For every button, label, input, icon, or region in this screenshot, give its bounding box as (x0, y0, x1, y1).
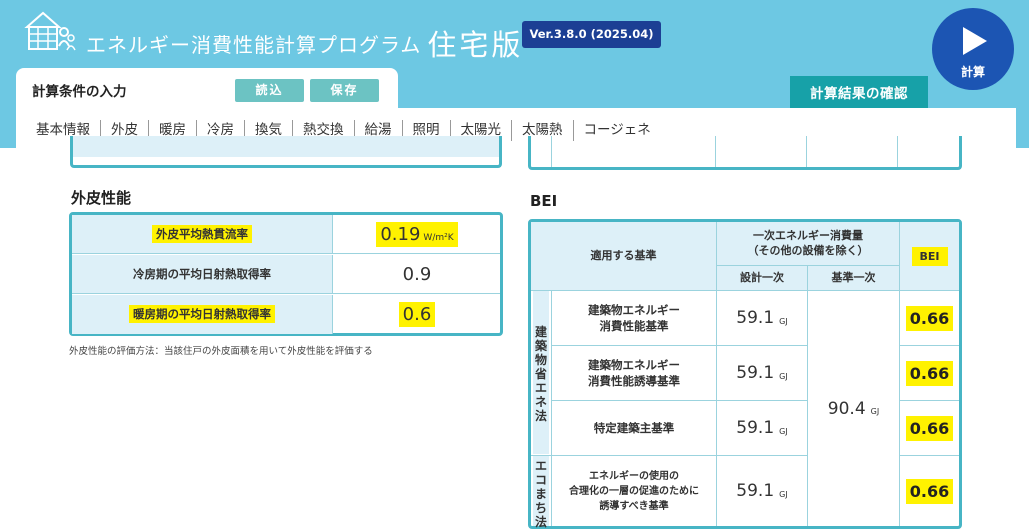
header-bei: BEI (900, 222, 959, 290)
play-icon (963, 27, 987, 55)
bei-value: 0.66 (900, 346, 959, 400)
bei-value: 0.66 (900, 401, 959, 455)
design-value: 59.1 GJ (736, 481, 788, 501)
design-value: 59.1 GJ (736, 363, 788, 383)
law-group-label: エコまち法 (533, 455, 549, 529)
law-group-label: 建築物省エネ法 (533, 291, 549, 454)
standard-row-label: 建築物エネルギー 消費性能基準 (588, 303, 680, 333)
tab-input-conditions[interactable]: 計算条件の入力 読込 保存 (16, 68, 398, 112)
envelope-row-label: 冷房期の平均日射熱取得率 (72, 255, 333, 293)
tab-results[interactable]: 計算結果の確認 (790, 76, 928, 116)
app-title-text: エネルギー消費性能計算プログラム (86, 33, 422, 57)
edition-label: 住宅版 (427, 28, 524, 62)
bei-value: 0.66 (900, 291, 959, 345)
app-title: エネルギー消費性能計算プログラム 住宅版 (86, 22, 523, 64)
header-energy: 一次エネルギー消費量 （その他の設備を除く） (717, 222, 899, 265)
envelope-row-value: 0.19 W/m²K (334, 215, 500, 253)
save-button[interactable]: 保存 (310, 79, 379, 102)
table-row: 暖房期の平均日射熱取得率 0.6 (72, 295, 500, 334)
envelope-row-value: 0.9 (402, 264, 432, 285)
header-base: 基準一次 (808, 266, 899, 290)
previous-table-bottom-left (70, 136, 502, 168)
bei-value: 0.66 (900, 456, 959, 526)
calculate-button-label: 計算 (960, 65, 985, 79)
envelope-heading: 外皮性能 (71, 189, 132, 207)
header-design: 設計一次 (717, 266, 807, 290)
envelope-row-label: 外皮平均熱貫流率 (72, 215, 333, 253)
table-row: 冷房期の平均日射熱取得率 0.9 (72, 255, 500, 294)
calculate-button[interactable]: 計算 (932, 8, 1014, 90)
previous-table-bottom-right (528, 136, 962, 170)
header-energy-subtitle: （その他の設備を除く） (747, 244, 869, 257)
table-row: 外皮平均熱貫流率 0.19 W/m²K (72, 215, 500, 254)
standard-row-label: 特定建築主基準 (593, 421, 675, 435)
design-value: 59.1 GJ (736, 308, 788, 328)
bei-table: 適用する基準 一次エネルギー消費量 （その他の設備を除く） 設計一次 基準一次 … (528, 219, 962, 529)
base-value: 90.4 GJ (827, 398, 880, 419)
envelope-row-value: 0.6 (334, 295, 500, 334)
version-badge: Ver.3.8.0 (2025.04) (522, 21, 661, 48)
standard-row-label: 建築物エネルギー 消費性能誘導基準 (588, 358, 680, 388)
envelope-evaluation-note: 外皮性能の評価方法：当該住戸の外皮面積を用いて外皮性能を評価する (69, 346, 373, 357)
tab-input-conditions-label: 計算条件の入力 (32, 84, 127, 100)
envelope-table: 外皮平均熱貫流率 0.19 W/m²K 冷房期の平均日射熱取得率 0.9 暖房期の… (69, 212, 503, 336)
envelope-row-label: 暖房期の平均日射熱取得率 (72, 295, 333, 334)
house-logo-icon (24, 11, 76, 51)
header-energy-title: 一次エネルギー消費量 (753, 229, 863, 242)
standard-row-label: エネルギーの使用の 合理化の一層の促進のために 誘導すべき基準 (569, 470, 699, 512)
header-standard: 適用する基準 (531, 222, 716, 290)
bei-heading: BEI (530, 192, 558, 210)
design-value: 59.1 GJ (736, 418, 788, 438)
load-button[interactable]: 読込 (235, 79, 304, 102)
